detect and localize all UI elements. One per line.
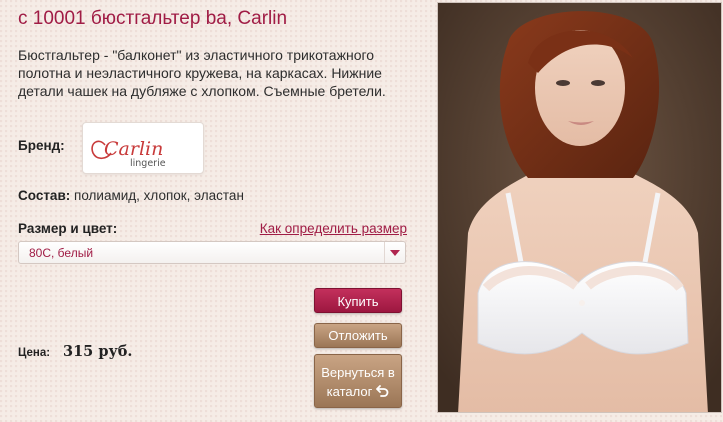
price-value: 315 руб. [63,343,133,360]
size-guide-link[interactable]: Как определить размер [260,221,407,236]
chevron-down-icon[interactable] [384,242,405,263]
product-photo-illustration [438,3,721,412]
composition-row: Состав: полиамид, хлопок, эластан [18,188,244,203]
carlin-logo-graphic: Carlin lingerie [91,138,166,169]
composition-value: полиамид, хлопок, эластан [74,188,244,203]
product-description: Бюстгальтер - "балконет" из эластичного … [18,47,386,99]
size-color-label: Размер и цвет: [18,221,118,236]
back-button-line2: каталог [315,382,401,401]
postpone-button[interactable]: Отложить [314,323,402,348]
price-label: Цена: [18,347,51,359]
brand-logo-name: Carlin [104,138,163,160]
buy-button[interactable]: Купить [314,288,402,313]
brand-logo-sub: lingerie [130,158,166,169]
brand-logo[interactable]: Carlin lingerie [82,122,204,174]
back-to-catalog-button[interactable]: Вернуться в каталог [314,354,402,408]
size-select-value: 80C, белый [29,246,94,260]
product-photo[interactable] [437,2,722,413]
composition-label: Состав: [18,188,71,203]
return-arrow-icon [376,385,389,397]
size-color-select[interactable]: 80C, белый [18,241,406,264]
back-button-line1: Вернуться в [321,365,395,380]
brand-label: Бренд: [18,138,65,153]
page-title: с 10001 бюстгальтер ba, Carlin [18,8,288,29]
